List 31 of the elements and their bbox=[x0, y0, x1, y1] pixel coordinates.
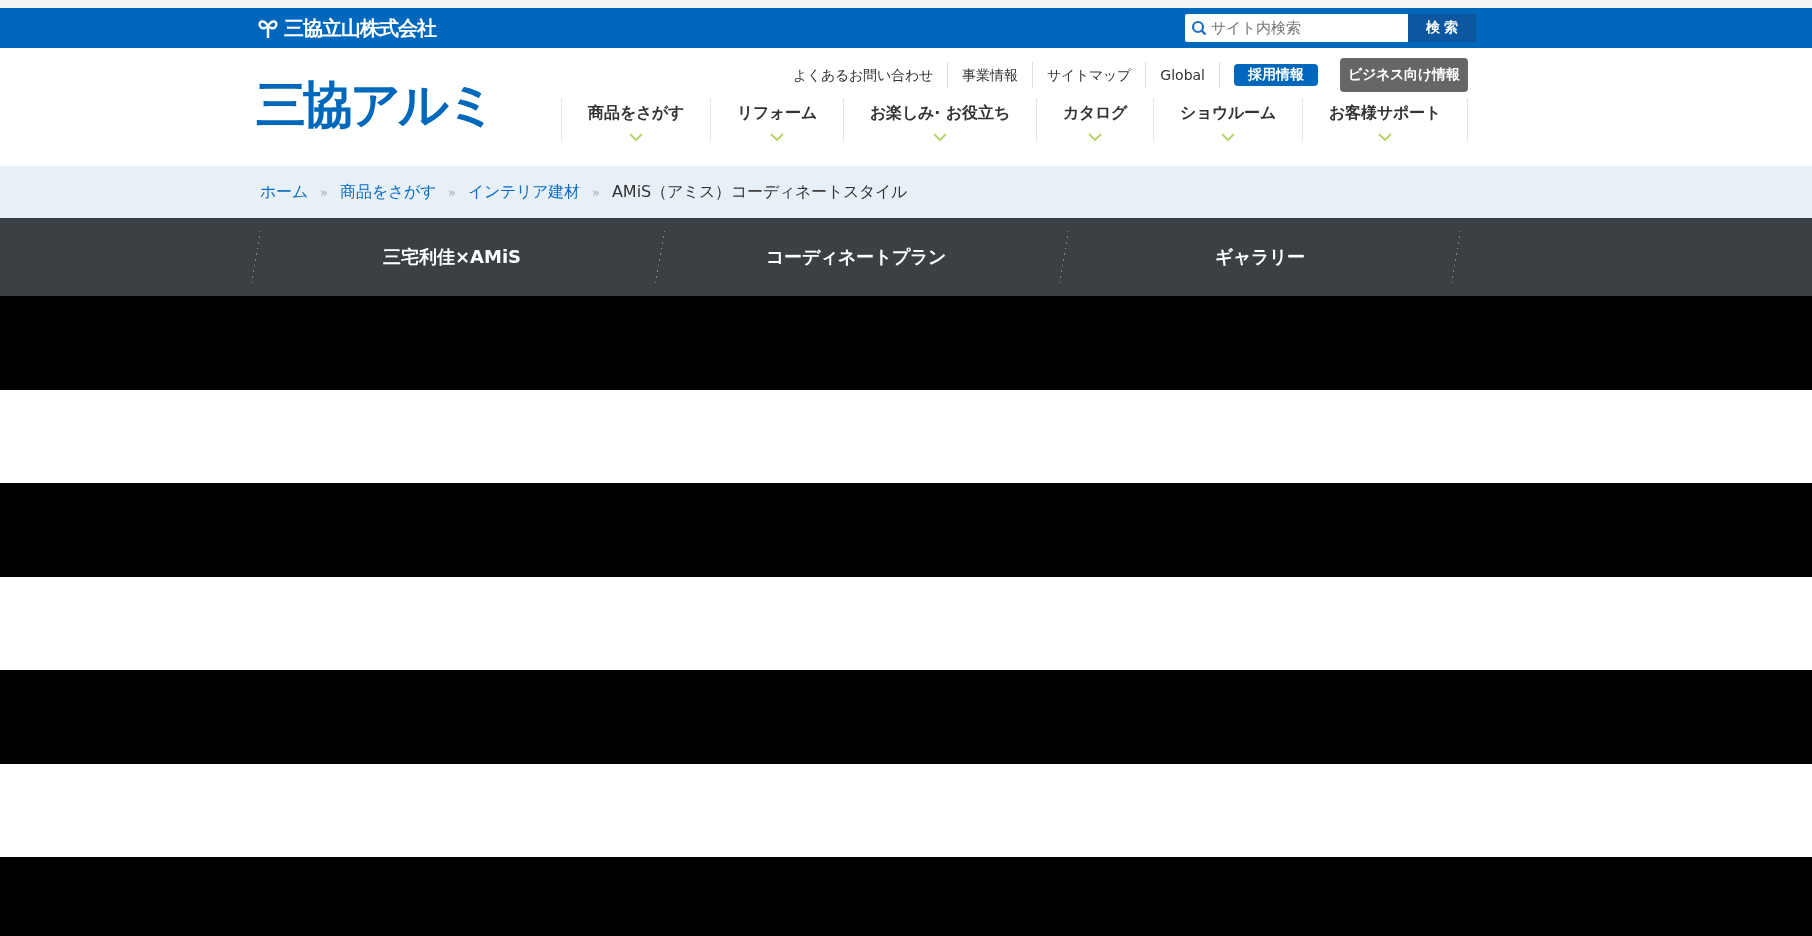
nav-link[interactable]: お客様サポート bbox=[1303, 99, 1467, 124]
chevron-down-icon bbox=[1221, 133, 1235, 141]
company-name: 三協立山株式会社 bbox=[284, 14, 436, 42]
search-button[interactable]: 検 索 bbox=[1408, 14, 1476, 42]
breadcrumb-link[interactable]: 商品をさがす bbox=[339, 181, 436, 203]
breadcrumb-link[interactable]: インテリア建材 bbox=[467, 181, 580, 203]
chevron-down-icon bbox=[1088, 133, 1102, 141]
breadcrumb-link[interactable]: ホーム bbox=[260, 181, 308, 203]
chevron-down-icon bbox=[770, 133, 785, 141]
breadcrumb-current: AMiS（アミス）コーディネートスタイル bbox=[611, 181, 908, 203]
clover-logo-icon bbox=[256, 17, 280, 39]
utility-link[interactable]: 事業情報 bbox=[948, 62, 1034, 88]
chevron-down-icon bbox=[1378, 133, 1392, 141]
nav-link[interactable]: リフォーム bbox=[711, 99, 844, 124]
breadcrumb-separator: » bbox=[447, 184, 456, 200]
utility-link[interactable]: よくあるお問い合わせ bbox=[779, 62, 949, 88]
utility-button[interactable]: 採用情報 bbox=[1234, 64, 1318, 86]
nav-link[interactable]: 商品をさがす bbox=[562, 99, 711, 124]
utility-link[interactable]: サイトマップ bbox=[1033, 62, 1147, 88]
breadcrumb-separator: » bbox=[591, 184, 600, 200]
breadcrumb-separator: » bbox=[320, 184, 328, 200]
nav-link[interactable]: ショウルーム bbox=[1154, 99, 1302, 124]
nav-link[interactable]: カタログ bbox=[1037, 99, 1153, 124]
utility-link[interactable]: Global bbox=[1146, 62, 1220, 88]
utility-button[interactable]: ビジネス向け情報 bbox=[1340, 58, 1468, 92]
search-field[interactable]: サイト内検索 bbox=[1185, 14, 1408, 42]
nav-link[interactable]: お楽しみ· お役立ち bbox=[844, 99, 1036, 124]
chevron-down-icon bbox=[933, 133, 948, 141]
chevron-down-icon bbox=[629, 133, 644, 141]
search-icon bbox=[1191, 20, 1207, 36]
site-logo[interactable]: 三協アルミ bbox=[256, 73, 494, 137]
